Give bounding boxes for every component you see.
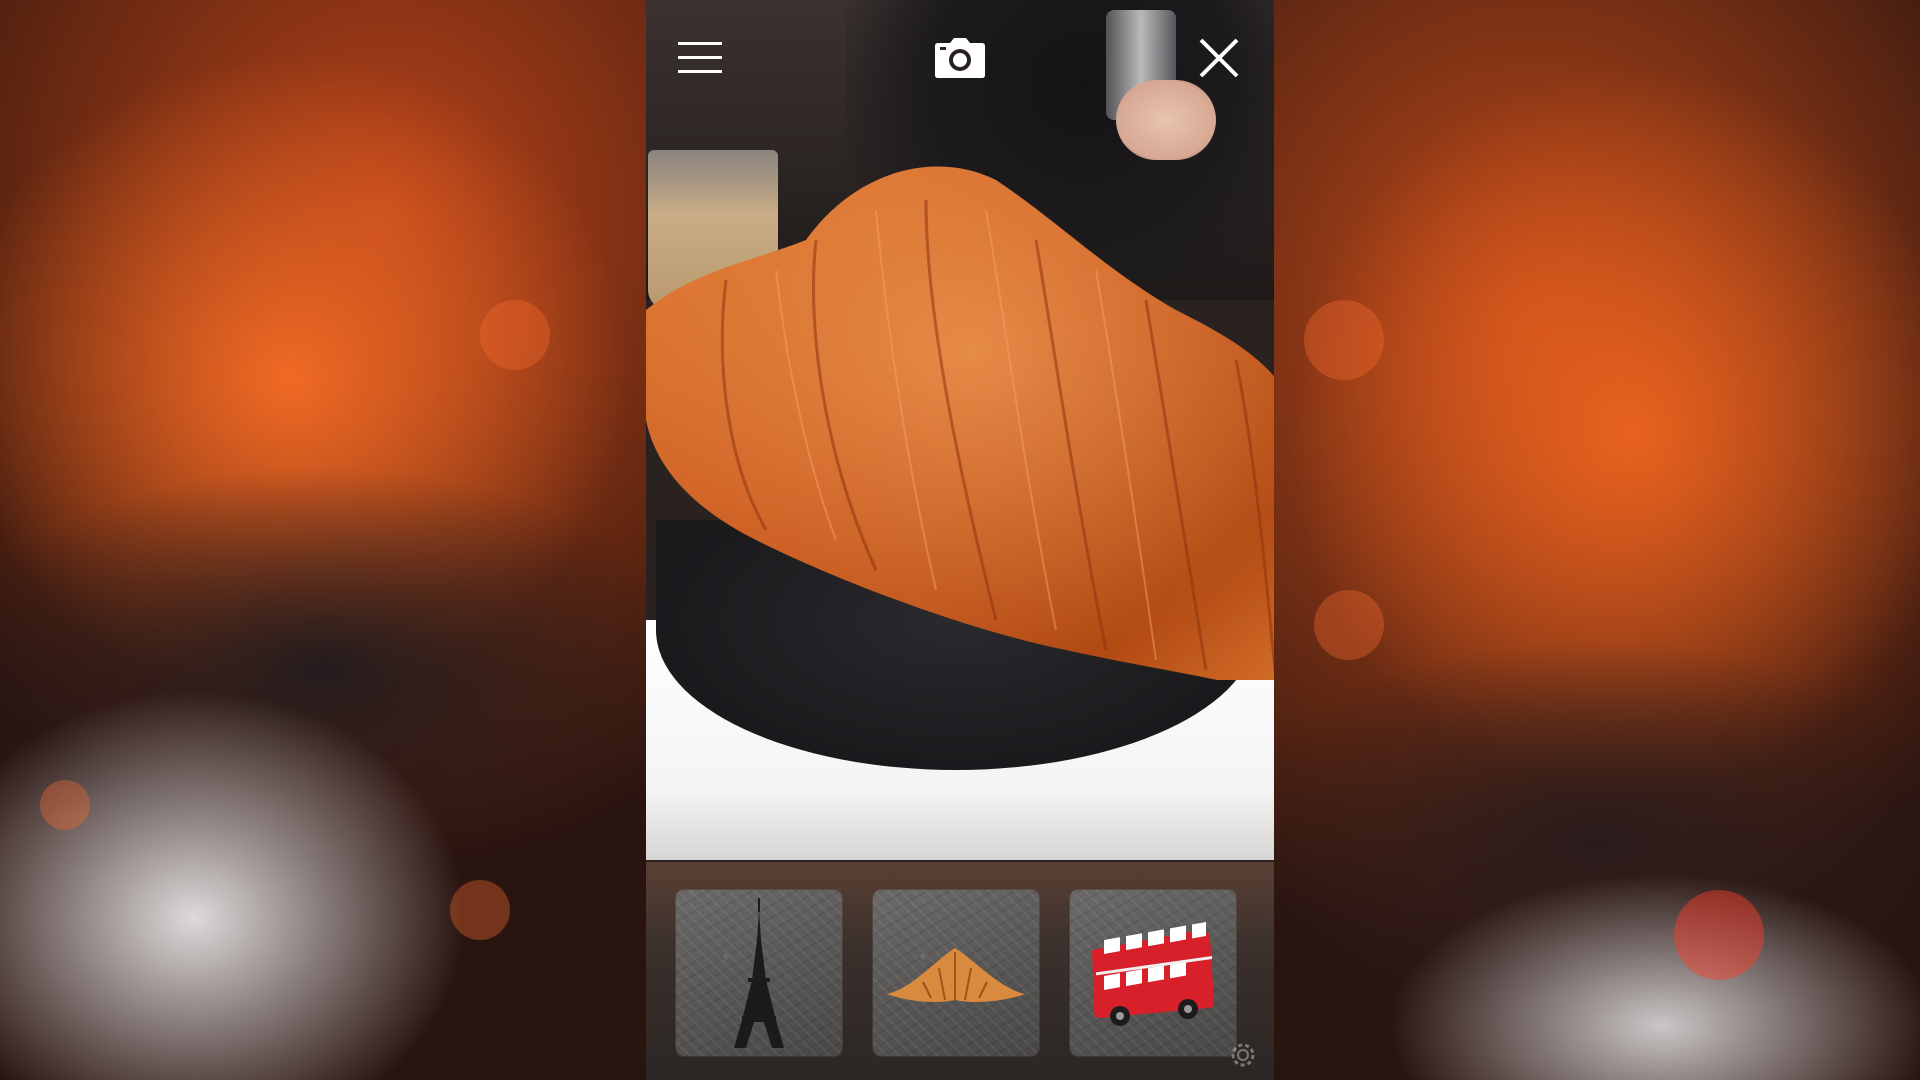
blurred-left-background [0,0,646,1080]
thumbnail-eiffel-tower[interactable] [676,890,842,1056]
settings-gear-icon[interactable] [1228,1040,1258,1070]
menu-icon[interactable] [672,30,728,86]
app-screen [0,0,1920,1080]
eiffel-tower-icon [734,898,784,1048]
thumbnail-london-bus[interactable] [1070,890,1236,1056]
thumbnail-croissant[interactable] [873,890,1039,1056]
close-icon[interactable] [1191,30,1247,86]
croissant-icon [887,948,1025,1002]
double-decker-bus-icon [1092,922,1214,1026]
ar-croissant-model[interactable] [646,160,1274,680]
ar-camera-viewport[interactable] [646,0,1274,1080]
hand [1116,80,1216,160]
camera-icon[interactable] [932,30,988,86]
blurred-right-background [1274,0,1920,1080]
